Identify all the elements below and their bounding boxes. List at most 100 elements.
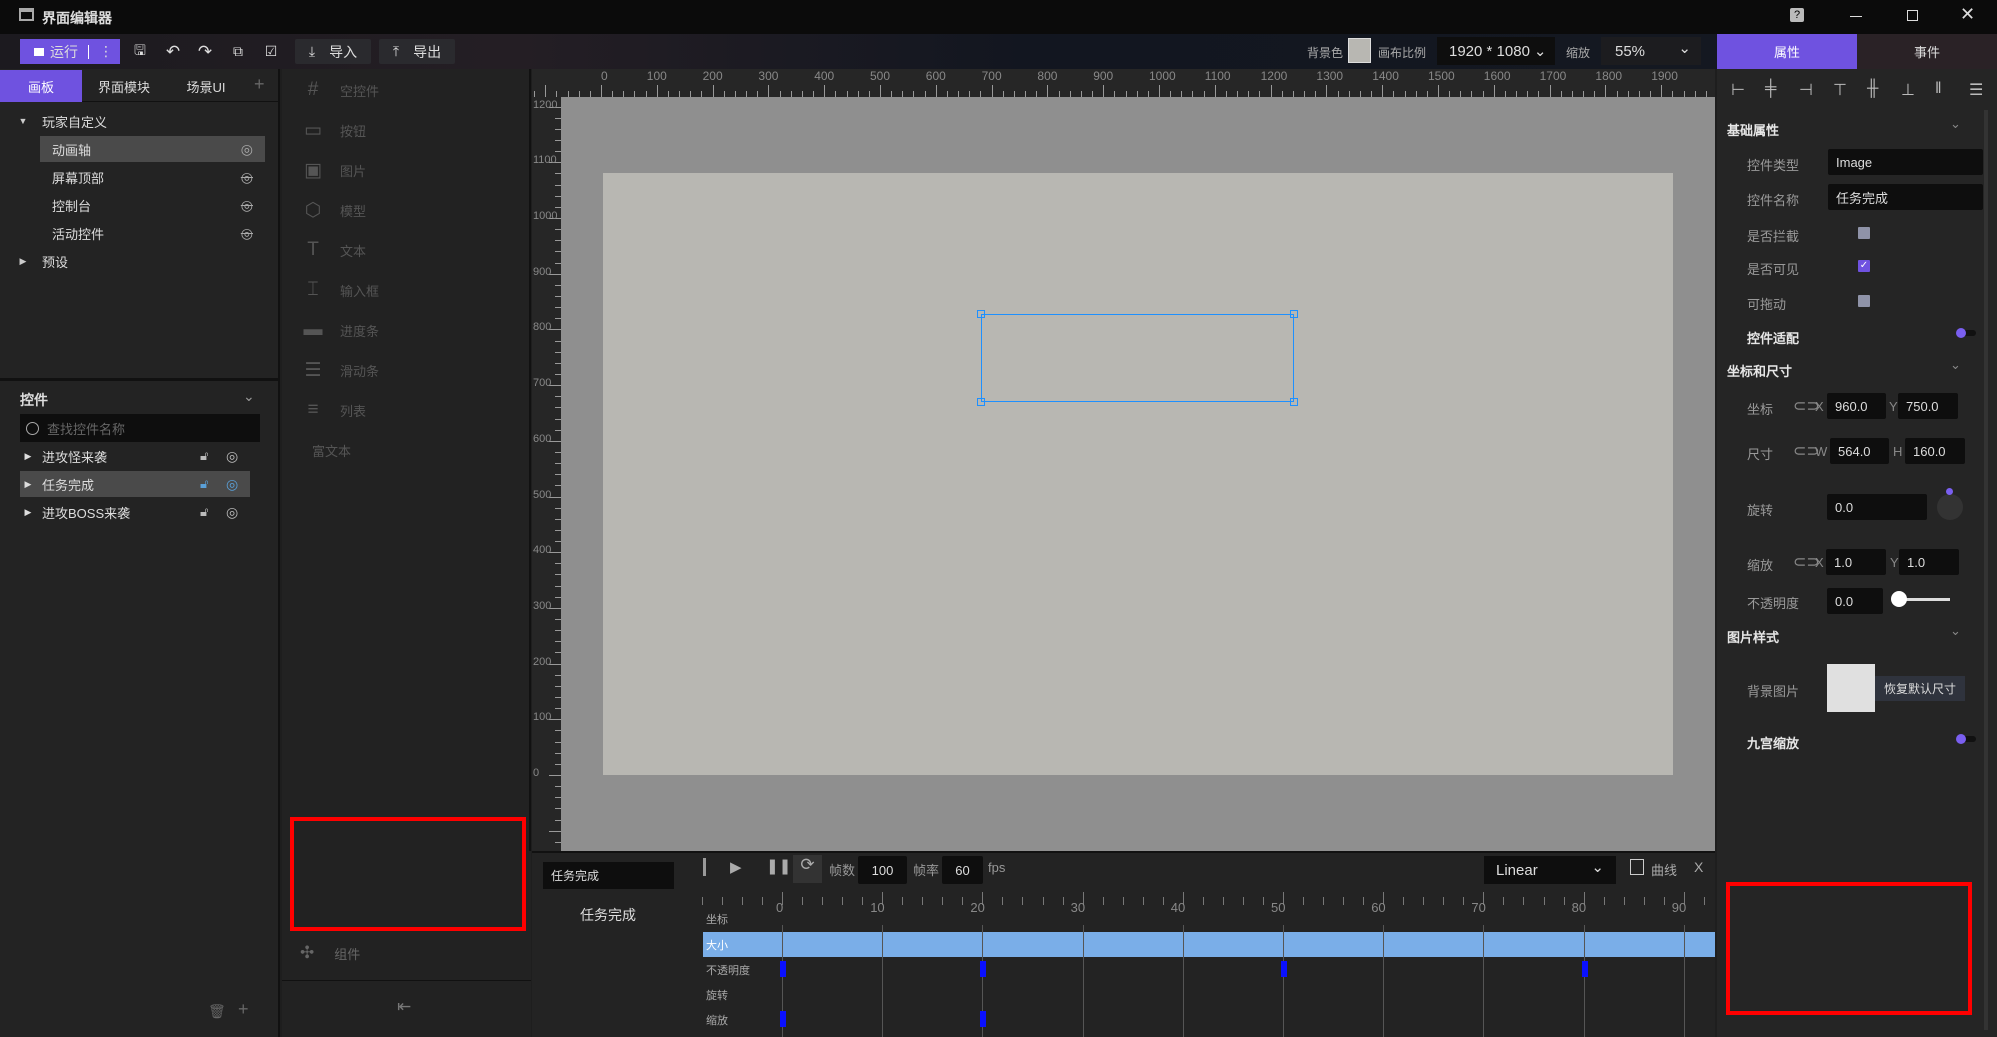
section-image-style[interactable]: 图片样式 xyxy=(1727,627,1779,646)
unlock-icon[interactable]: 🔓︎ xyxy=(200,476,208,492)
tab-scene-ui[interactable]: 场景UI xyxy=(170,70,242,102)
chevron-down-icon[interactable]: ⌄ xyxy=(1950,116,1961,132)
resize-handle[interactable] xyxy=(1290,310,1298,318)
run-button[interactable]: 运行 ⋮ xyxy=(20,39,120,64)
collapse-icon[interactable]: ⇤ xyxy=(397,997,411,1017)
tree-item[interactable]: 动画轴 ◎ xyxy=(40,136,265,162)
timeline-selected-name[interactable]: 任务完成 xyxy=(543,862,674,889)
copy-icon[interactable]: ⧉ xyxy=(228,39,248,64)
eye-off-icon[interactable]: ◎ xyxy=(241,169,253,186)
chevron-down-icon[interactable]: ⌄ xyxy=(1950,623,1961,639)
tree-item[interactable]: 控制台 ◎ xyxy=(40,192,265,218)
component-item[interactable]: ✣ 组件 xyxy=(300,943,360,963)
adapt-toggle[interactable] xyxy=(1956,328,1976,338)
opacity-slider[interactable] xyxy=(1891,591,1950,607)
undo-icon[interactable]: ↶ xyxy=(163,39,183,64)
save-icon[interactable]: 🖫 xyxy=(130,39,150,64)
resize-handle[interactable] xyxy=(977,398,985,406)
search-input[interactable]: 查找控件名称 xyxy=(20,414,260,442)
tree-item[interactable]: ▶ 预设 xyxy=(16,248,256,274)
unlock-icon[interactable]: 🔓︎ xyxy=(200,448,208,464)
widget-item-list[interactable]: ≡ 列表 xyxy=(296,395,366,425)
visible-checkbox[interactable]: ✓ xyxy=(1858,260,1870,272)
widget-item-image[interactable]: ▣ 图片 xyxy=(296,155,366,185)
rotation-input[interactable]: 0.0 xyxy=(1827,494,1927,520)
widget-item-slider[interactable]: ☰ 滑动条 xyxy=(296,355,379,385)
canvas-viewport[interactable] xyxy=(561,97,1715,851)
rotation-dial[interactable] xyxy=(1937,488,1963,520)
more-icon[interactable]: ⋮ xyxy=(99,43,113,60)
canvas-page[interactable] xyxy=(603,173,1673,775)
curve-checkbox[interactable] xyxy=(1630,859,1644,875)
paste-icon[interactable]: ☑ xyxy=(261,39,281,64)
widget-item-grid[interactable]: # 空控件 xyxy=(296,75,379,105)
unlock-icon[interactable]: 🔓︎ xyxy=(200,504,208,520)
track-label[interactable]: 缩放 xyxy=(706,1012,728,1028)
w-input[interactable]: 564.0 xyxy=(1830,438,1889,464)
nine-slice-toggle[interactable] xyxy=(1956,734,1976,744)
eye-icon[interactable]: ◎ xyxy=(241,141,253,158)
control-item[interactable]: ▶ 进攻BOSS来袭 🔓︎ ◎ xyxy=(20,499,250,525)
scale-x-input[interactable]: 1.0 xyxy=(1826,549,1886,575)
track-name[interactable]: 任务完成 xyxy=(580,905,636,925)
drag-checkbox[interactable] xyxy=(1858,295,1870,307)
keyframe[interactable] xyxy=(1581,961,1588,977)
eye-off-icon[interactable]: ◎ xyxy=(241,225,253,242)
widget-item-rich-text[interactable]: 富文本 xyxy=(296,435,351,465)
track-label[interactable]: 不透明度 xyxy=(706,962,750,978)
loop-icon[interactable]: ⟳ xyxy=(793,855,822,883)
track-label[interactable]: 坐标 xyxy=(706,911,728,927)
caret-right-icon[interactable]: ▶ xyxy=(16,256,30,267)
bg-color-swatch[interactable] xyxy=(1348,38,1371,63)
frames-input[interactable]: 100 xyxy=(858,856,907,884)
eye-off-icon[interactable]: ◎ xyxy=(241,197,253,214)
selected-widget[interactable] xyxy=(981,314,1294,402)
fps-input[interactable]: 60 xyxy=(942,856,983,884)
tab-canvas[interactable]: 画板 xyxy=(0,70,82,102)
keyframe[interactable] xyxy=(1281,961,1287,977)
add-icon[interactable]: + xyxy=(238,999,249,1020)
resize-handle[interactable] xyxy=(1290,398,1298,406)
caret-down-icon[interactable]: ▼ xyxy=(16,116,30,126)
caret-right-icon[interactable]: ▶ xyxy=(20,451,36,462)
align-top-icon[interactable]: ⊤ xyxy=(1833,80,1847,100)
y-input[interactable]: 750.0 xyxy=(1898,393,1958,419)
widget-item-text[interactable]: T 文本 xyxy=(296,235,366,265)
keyframe[interactable] xyxy=(980,961,987,977)
chevron-down-icon[interactable]: ⌄ xyxy=(243,388,255,405)
widget-item-button[interactable]: ▭ 按钮 xyxy=(296,115,366,145)
eye-icon[interactable]: ◎ xyxy=(226,448,238,465)
scrollbar[interactable] xyxy=(1984,110,1988,1030)
add-tab-icon[interactable]: + xyxy=(254,74,265,95)
minimize-button[interactable] xyxy=(1850,16,1862,17)
keyframe[interactable] xyxy=(780,1011,786,1027)
tab-modules[interactable]: 界面模块 xyxy=(88,70,160,102)
tab-events[interactable]: 事件 xyxy=(1857,34,1997,69)
pause-icon[interactable]: ❚❚ xyxy=(766,857,791,875)
section-position[interactable]: 坐标和尺寸 xyxy=(1727,361,1792,380)
widget-item-cube[interactable]: ⬡ 模型 xyxy=(296,195,366,225)
widget-item-progress[interactable]: ▬ 进度条 xyxy=(296,315,380,345)
align-left-icon[interactable]: ⊢ xyxy=(1731,80,1745,100)
align-hcenter-icon[interactable]: ╪ xyxy=(1765,80,1776,98)
reset-size-button[interactable]: 恢复默认尺寸 xyxy=(1875,676,1965,701)
align-vcenter-icon[interactable]: ╫ xyxy=(1867,80,1878,98)
distribute-h-icon[interactable]: ‖ xyxy=(1935,80,1942,98)
maximize-button[interactable] xyxy=(1907,10,1918,21)
bg-image-preview[interactable] xyxy=(1827,664,1875,712)
caret-right-icon[interactable]: ▶ xyxy=(20,479,36,490)
track-label[interactable]: 大小 xyxy=(706,937,728,953)
tab-properties[interactable]: 属性 xyxy=(1717,34,1857,69)
zoom-select[interactable]: 55% ⌄ xyxy=(1601,37,1701,65)
widget-item-input[interactable]: ⌶ 输入框 xyxy=(296,275,379,305)
keyframe[interactable] xyxy=(780,961,786,977)
intercept-checkbox[interactable] xyxy=(1858,227,1870,239)
scale-y-input[interactable]: 1.0 xyxy=(1899,549,1959,575)
name-field[interactable]: 任务完成 xyxy=(1828,184,1983,210)
delete-icon[interactable]: 🗑 xyxy=(208,1003,226,1020)
keyframe[interactable] xyxy=(980,1011,987,1027)
timeline-close-button[interactable]: X xyxy=(1694,859,1703,875)
tree-item[interactable]: ▼ 玩家自定义 xyxy=(16,108,256,134)
x-input[interactable]: 960.0 xyxy=(1827,393,1886,419)
chevron-down-icon[interactable]: ⌄ xyxy=(1950,357,1961,373)
